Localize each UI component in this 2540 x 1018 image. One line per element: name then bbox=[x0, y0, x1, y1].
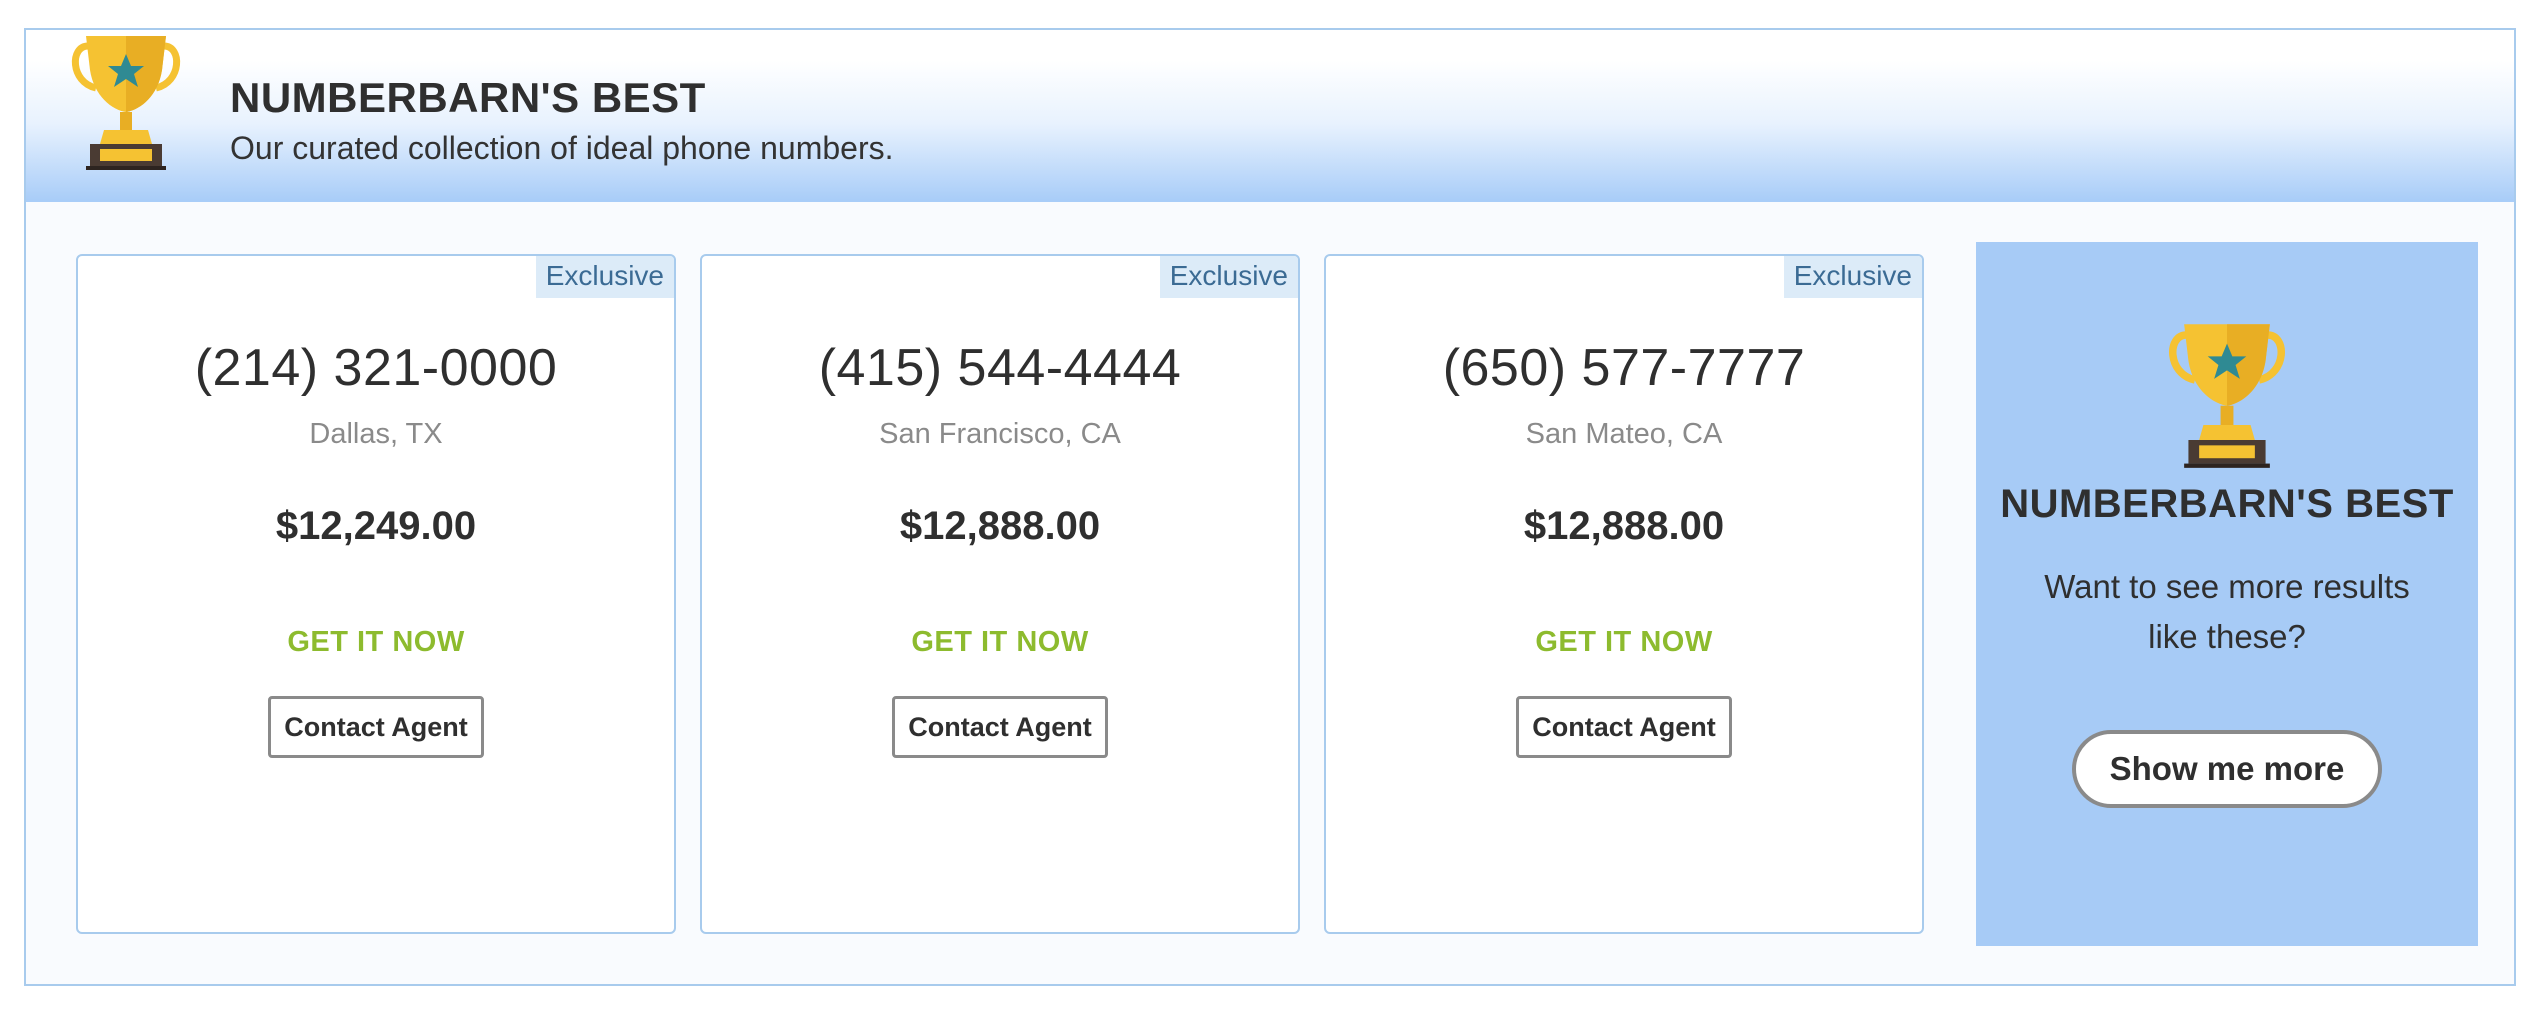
price-label: $12,249.00 bbox=[275, 504, 477, 548]
panel-header: NUMBERBARN'S BEST Our curated collection… bbox=[26, 30, 2514, 202]
header-title: NUMBERBARN'S BEST bbox=[230, 74, 706, 121]
location-label: San Francisco, CA bbox=[879, 418, 1121, 450]
exclusive-badge: Exclusive bbox=[1159, 256, 1298, 298]
promo-card: NUMBERBARN'S BEST Want to see more resul… bbox=[1976, 242, 2478, 946]
price-label: $12,888.00 bbox=[899, 504, 1101, 548]
location-label: San Mateo, CA bbox=[1525, 418, 1723, 450]
location-label: Dallas, TX bbox=[309, 418, 443, 450]
promo-text: Want to see more results like these? bbox=[2044, 568, 2410, 655]
contact-agent-button[interactable]: Contact Agent bbox=[1516, 696, 1732, 758]
listing-card: Exclusive (650) 577-7777 San Mateo, CA $… bbox=[1324, 254, 1924, 934]
promo-title: NUMBERBARN'S BEST bbox=[2000, 482, 2454, 526]
phone-number: (415) 544-4444 bbox=[818, 339, 1182, 397]
price-label: $12,888.00 bbox=[1523, 504, 1725, 548]
header-subtitle: Our curated collection of ideal phone nu… bbox=[230, 130, 894, 166]
exclusive-badge: Exclusive bbox=[535, 256, 674, 298]
get-it-now-link[interactable]: GET IT NOW bbox=[702, 626, 1298, 659]
contact-agent-button[interactable]: Contact Agent bbox=[892, 696, 1108, 758]
trophy-icon bbox=[2169, 324, 2285, 468]
phone-number: (650) 577-7777 bbox=[1442, 339, 1806, 397]
show-me-more-button[interactable]: Show me more bbox=[2072, 730, 2382, 808]
contact-agent-button[interactable]: Contact Agent bbox=[268, 696, 484, 758]
get-it-now-link[interactable]: GET IT NOW bbox=[1326, 626, 1922, 659]
numberbarns-best-panel: NUMBERBARN'S BEST Our curated collection… bbox=[24, 28, 2516, 986]
trophy-icon bbox=[71, 36, 181, 170]
exclusive-badge: Exclusive bbox=[1783, 256, 1922, 298]
listing-card: Exclusive (415) 544-4444 San Francisco, … bbox=[700, 254, 1300, 934]
phone-number: (214) 321-0000 bbox=[194, 339, 558, 397]
get-it-now-link[interactable]: GET IT NOW bbox=[78, 626, 674, 659]
listing-card: Exclusive (214) 321-0000 Dallas, TX $12,… bbox=[76, 254, 676, 934]
